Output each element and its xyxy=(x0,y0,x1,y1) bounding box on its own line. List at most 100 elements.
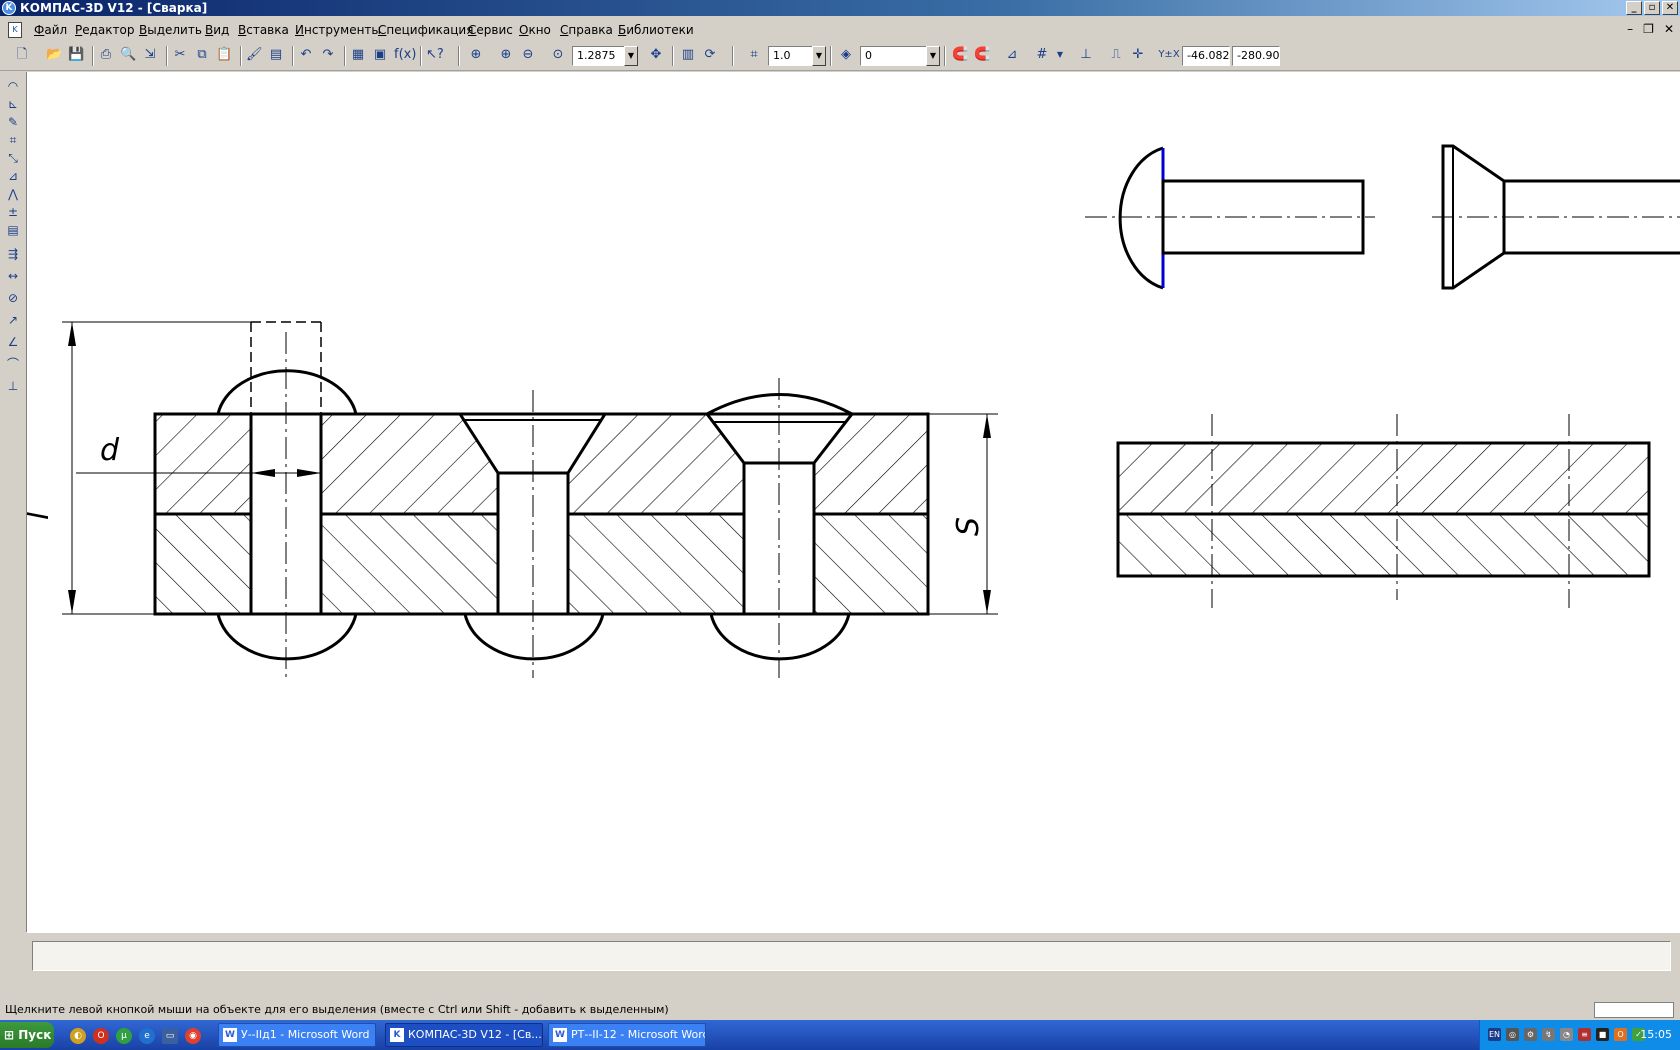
diameter-dim-icon[interactable]: ⊘ xyxy=(5,290,21,306)
ortho-icon[interactable]: ⊿ xyxy=(1004,47,1020,63)
regenerate-icon[interactable]: ⟳ xyxy=(702,47,718,63)
save-icon[interactable]: 💾 xyxy=(68,47,84,63)
menu-insert[interactable]: Вставка xyxy=(238,23,289,37)
spec-icon[interactable]: ± xyxy=(5,204,21,220)
layer-dropdown-icon[interactable]: ▼ xyxy=(926,46,940,66)
grid-icon[interactable]: # xyxy=(1034,47,1050,63)
dim-l-label[interactable]: l xyxy=(21,511,56,520)
mdi-restore-button[interactable]: ❐ xyxy=(1643,22,1654,36)
open-icon[interactable]: 📂 xyxy=(46,47,62,63)
measure-icon[interactable]: ⤡ xyxy=(5,150,21,166)
mdi-minimize-button[interactable]: – xyxy=(1627,22,1633,36)
linear-dim-icon[interactable]: ↔ xyxy=(5,268,21,284)
property-panel[interactable] xyxy=(32,941,1671,971)
coord-y-field[interactable]: -280.90 xyxy=(1232,46,1280,66)
arc-dim-icon[interactable]: ⌒ xyxy=(5,356,21,372)
local-cs-icon[interactable]: ⊥ xyxy=(1078,47,1094,63)
start-button[interactable]: ⊞ Пуск xyxy=(0,1022,54,1048)
menu-edit[interactable]: Редактор xyxy=(75,23,134,37)
menu-view[interactable]: Вид xyxy=(205,23,229,37)
desktop-icon[interactable]: ▭ xyxy=(162,1028,178,1044)
cut-icon[interactable]: ✂ xyxy=(172,47,188,63)
zoom-out-icon[interactable]: ⊖ xyxy=(520,47,536,63)
dim-s-label[interactable]: S xyxy=(951,517,986,536)
new-document-icon[interactable]: 🗋 xyxy=(14,47,30,63)
parametrization-icon[interactable]: ⌗ xyxy=(5,132,21,148)
countersunk-rivet-view[interactable] xyxy=(1432,144,1680,290)
grid-step-icon[interactable]: ⌗ xyxy=(746,47,762,63)
help-pointer-icon[interactable]: ↖? xyxy=(426,47,444,63)
print-preview-icon[interactable]: 🔍 xyxy=(120,47,136,63)
mdi-close-button[interactable]: ✕ xyxy=(1664,22,1674,36)
menu-libraries[interactable]: Библиотеки xyxy=(618,23,694,37)
quicklaunch-icon-1[interactable]: ◐ xyxy=(70,1028,86,1044)
language-indicator[interactable]: EN xyxy=(1488,1028,1501,1041)
dimensions-icon[interactable]: ⊾ xyxy=(5,96,21,112)
symbols-icon[interactable]: ⋀ xyxy=(5,186,21,202)
angular-dim-icon[interactable]: ∠ xyxy=(5,334,21,350)
round-head-rivet-view[interactable] xyxy=(1085,146,1375,290)
variables-icon[interactable]: f(x) xyxy=(394,47,416,63)
library-icon[interactable]: ▣ xyxy=(372,47,388,63)
edit-icon[interactable]: ✎ xyxy=(5,114,21,130)
task-word-1[interactable]: W У--IIд1 - Microsoft Word xyxy=(218,1023,376,1047)
task-word-2[interactable]: W РТ--II-12 - Microsoft Word xyxy=(548,1023,706,1047)
round-icon[interactable]: ⎍ xyxy=(1108,47,1124,63)
refresh-view-icon[interactable]: ▥ xyxy=(680,47,696,63)
tray-icon-6[interactable]: ■ xyxy=(1596,1028,1609,1041)
ie-icon[interactable]: e xyxy=(139,1028,155,1044)
copy-icon[interactable]: ⧉ xyxy=(194,47,210,63)
pan-icon[interactable]: ✥ xyxy=(648,47,664,63)
minimize-button[interactable]: _ xyxy=(1626,1,1642,15)
zoom-dropdown-icon[interactable]: ▼ xyxy=(624,46,638,66)
menu-window[interactable]: Окно xyxy=(519,23,551,37)
layers-icon[interactable]: ◈ xyxy=(838,47,854,63)
radial-dim-icon[interactable]: ↗ xyxy=(5,312,21,328)
report-icon[interactable]: ▤ xyxy=(5,222,21,238)
drawing-canvas[interactable]: l d S xyxy=(21,72,1680,933)
opera-icon[interactable]: O xyxy=(93,1028,109,1044)
chrome-icon[interactable]: ◉ xyxy=(185,1028,201,1044)
maximize-button[interactable]: ▫ xyxy=(1644,1,1660,15)
selection-icon[interactable]: ⊿ xyxy=(5,168,21,184)
menu-tools[interactable]: Инструменты xyxy=(295,23,381,37)
properties-icon[interactable]: ▤ xyxy=(268,47,284,63)
manager-icon[interactable]: ▦ xyxy=(350,47,366,63)
menu-specification[interactable]: Спецификация xyxy=(378,23,473,37)
format-painter-icon[interactable]: 🖌 xyxy=(246,47,263,63)
redo-icon[interactable]: ↷ xyxy=(320,47,336,63)
flag-icon[interactable]: ≡ xyxy=(1578,1028,1591,1041)
tray-icon-1[interactable]: ◎ xyxy=(1506,1028,1519,1041)
document-icon[interactable]: K xyxy=(8,22,22,38)
menu-file[interactable]: Файл xyxy=(34,23,67,37)
step-dropdown-icon[interactable]: ▼ xyxy=(812,46,826,66)
tray-icon-4[interactable]: ◔ xyxy=(1560,1028,1573,1041)
paste-icon[interactable]: 📋 xyxy=(216,47,232,63)
plates-section-right[interactable] xyxy=(1116,414,1651,608)
tray-icon-2[interactable]: ⚙ xyxy=(1524,1028,1537,1041)
snap-local-icon[interactable]: 🧲 xyxy=(974,47,990,63)
task-kompas[interactable]: K КОМПАС-3D V12 - [Св... xyxy=(385,1023,543,1047)
menu-select[interactable]: Выделить xyxy=(139,23,202,37)
snap-magnet-icon[interactable]: 🧲 xyxy=(952,47,968,63)
print-icon[interactable]: ⎙ xyxy=(98,47,114,63)
tray-icon-7[interactable]: O xyxy=(1614,1028,1627,1041)
geometry-icon[interactable]: ◠ xyxy=(5,78,21,94)
zoom-scale-icon[interactable]: ⊙ xyxy=(550,47,566,63)
export-icon[interactable]: ⇲ xyxy=(142,47,158,63)
auto-line-icon[interactable]: ⇶ xyxy=(5,246,21,262)
tray-icon-3[interactable]: ↯ xyxy=(1542,1028,1555,1041)
menu-help[interactable]: Справка xyxy=(560,23,613,37)
coord-x-field[interactable]: -46.082 xyxy=(1182,46,1230,66)
height-dim-icon[interactable]: ⊥ xyxy=(5,378,21,394)
menu-service[interactable]: Сервис xyxy=(468,23,513,37)
riveted-joint-section[interactable]: l d S xyxy=(21,321,998,682)
utorrent-icon[interactable]: µ xyxy=(116,1028,132,1044)
grid-dropdown-icon[interactable]: ▼ xyxy=(1052,47,1068,63)
zoom-field[interactable]: 1.2875 xyxy=(572,46,630,66)
close-button[interactable]: ✕ xyxy=(1662,1,1678,15)
coord-snap-icon[interactable]: ✛ xyxy=(1130,47,1146,63)
zoom-in-icon[interactable]: ⊕ xyxy=(498,47,514,63)
undo-icon[interactable]: ↶ xyxy=(298,47,314,63)
zoom-window-icon[interactable]: ⊕ xyxy=(468,47,484,63)
